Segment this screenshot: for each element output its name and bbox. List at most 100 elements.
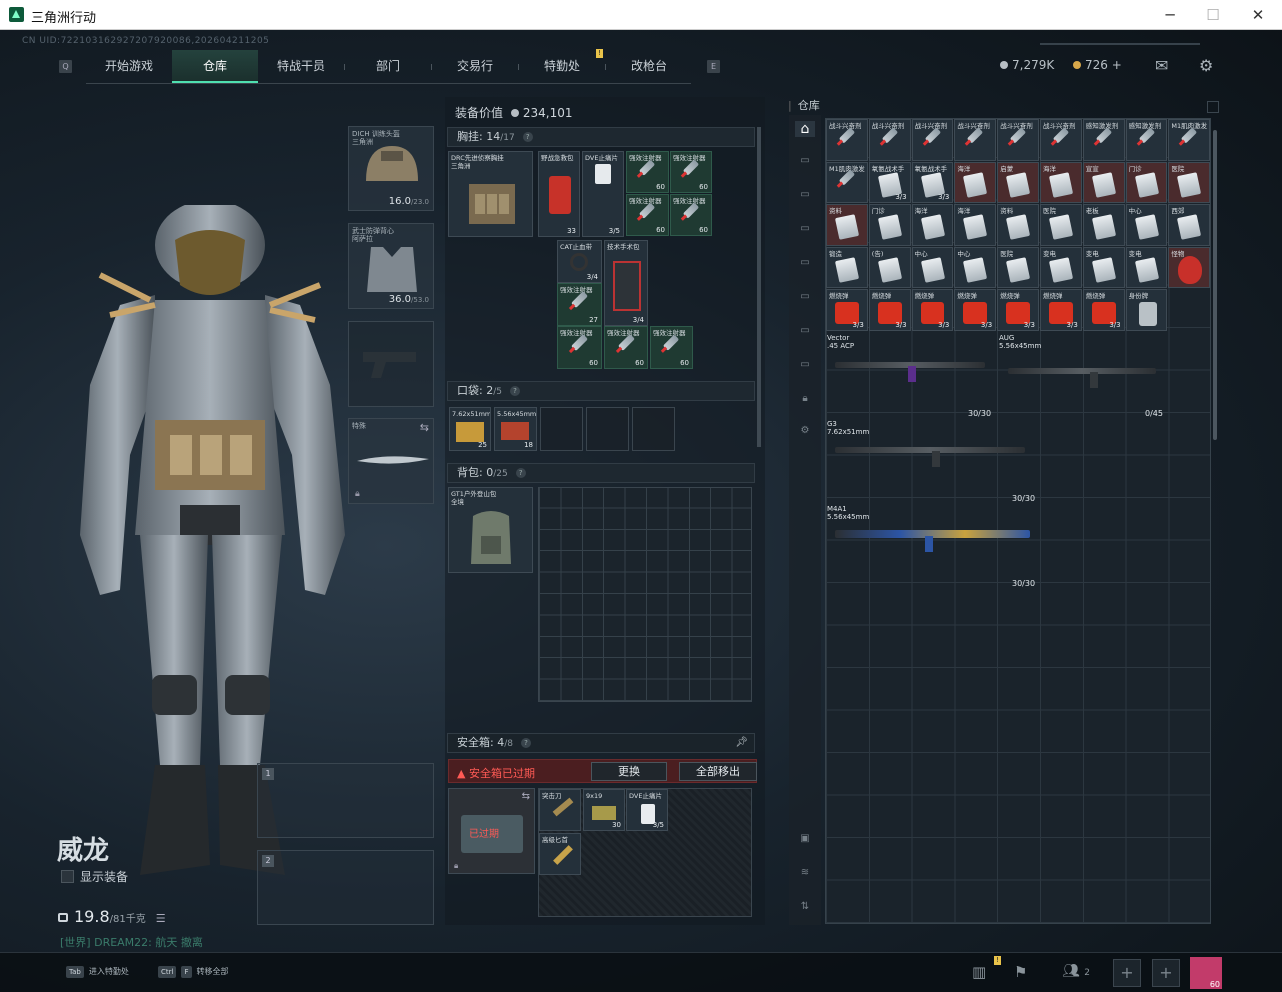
flag-icon[interactable]: ⚑ <box>1014 963 1027 981</box>
helmet-slot[interactable]: DICH 训练头盔 三角洲 16.0/23.0 <box>348 126 434 211</box>
backpack-item[interactable]: GT1户外登山包 全境 <box>448 487 533 573</box>
warehouse-item[interactable]: 战斗兴奋剂 <box>1040 119 1082 161</box>
warehouse-item[interactable]: 燃烧弹 3/3 <box>954 289 997 331</box>
warehouse-item[interactable]: 怪物 <box>1168 246 1211 288</box>
warehouse-item[interactable]: 燃烧弹 3/3 <box>997 289 1039 331</box>
warehouse-item[interactable]: 身份牌 <box>1125 289 1168 331</box>
sidebar-sort-icon[interactable]: ⇅ <box>795 901 815 917</box>
warehouse-item[interactable]: 医院 <box>997 246 1039 288</box>
tab-operators[interactable]: 特战干员 <box>258 50 344 83</box>
chest-rig-item[interactable]: DRC先进侦察胸挂 三角洲 <box>448 151 533 237</box>
move-all-button[interactable]: 全部移出 <box>679 762 757 781</box>
safebox-item[interactable]: 9x19 30 <box>583 789 625 831</box>
sidebar-tab-2-icon[interactable]: ▭ <box>795 189 815 205</box>
warehouse-item[interactable]: 中心 <box>1125 204 1168 246</box>
warehouse-item[interactable]: 门诊 <box>868 204 911 246</box>
transfer-all-hint[interactable]: Ctrl F 转移全部 <box>158 966 229 978</box>
warehouse-item[interactable]: 海洋 <box>1040 161 1082 203</box>
chat-line[interactable]: [世界] DREAM22: 航天 撤离 <box>60 934 203 950</box>
warehouse-item[interactable]: 海洋 <box>911 204 954 246</box>
warehouse-item[interactable]: 中心 <box>954 246 997 288</box>
nav-prev-key[interactable]: Q <box>59 60 72 73</box>
warehouse-item[interactable]: (告) <box>868 246 911 288</box>
warehouse-item[interactable]: 变电 <box>1125 246 1168 288</box>
warehouse-item[interactable]: 资料 <box>997 204 1039 246</box>
chest-item[interactable]: 强效注射器 60 <box>670 151 712 193</box>
warehouse-item[interactable]: 燃烧弹 3/3 <box>868 289 911 331</box>
sidebar-layers-icon[interactable]: ≋ <box>795 867 815 883</box>
g3-gun-icon[interactable] <box>835 447 1025 453</box>
warehouse-item[interactable]: 海洋 <box>954 161 997 203</box>
sidebar-case-icon[interactable]: ▣ <box>795 833 815 849</box>
help-icon[interactable]: ? <box>520 738 531 748</box>
chest-item[interactable]: CAT止血带 3/4 <box>557 240 602 283</box>
sidebar-warehouse-icon[interactable]: ⌂ <box>795 121 815 137</box>
warehouse-item[interactable]: 战斗兴奋剂 <box>954 119 997 161</box>
warehouse-item[interactable]: 燃烧弹 3/3 <box>911 289 954 331</box>
chest-item[interactable]: 强效注射器 60 <box>604 326 648 369</box>
safebox-item[interactable]: 突击刀 <box>539 789 581 831</box>
tab-warehouse[interactable]: 仓库 <box>172 50 258 83</box>
tab-gunsmith[interactable]: 改枪台 <box>606 50 692 83</box>
warehouse-item[interactable]: 启蒙 <box>997 161 1039 203</box>
warehouse-item[interactable]: 燃烧弹 3/3 <box>1040 289 1082 331</box>
warehouse-item[interactable]: 战斗兴奋剂 <box>826 119 868 161</box>
warehouse-item[interactable]: 感知激发剂 <box>1125 119 1168 161</box>
warehouse-item[interactable]: 变电 <box>1040 246 1082 288</box>
warehouse-item[interactable]: 门诊 <box>1125 161 1168 203</box>
help-icon[interactable]: ? <box>515 468 526 478</box>
warehouse-item[interactable]: 氧氨战术手 3/3 <box>911 161 954 203</box>
warehouse-item[interactable]: M1肌肉激发 <box>826 161 868 203</box>
pocket-ammo-762[interactable]: 7.62x51mm 25 <box>449 407 491 451</box>
sidebar-tab-1-icon[interactable]: ▭ <box>795 155 815 171</box>
sidebar-tab-3-icon[interactable]: ▭ <box>795 223 815 239</box>
chest-item[interactable]: 技术手术包 3/4 <box>604 240 648 326</box>
swap-icon[interactable]: ⇆ <box>420 421 429 434</box>
tab-trading[interactable]: 交易行 <box>432 50 518 83</box>
primary-weapon-slot-1[interactable]: 1 <box>257 763 434 838</box>
show-equip-checkbox[interactable]: 显示装备 <box>61 868 128 885</box>
warehouse-item[interactable]: 战斗兴奋剂 <box>997 119 1039 161</box>
swap-icon[interactable]: ⇆ <box>522 791 530 802</box>
tab-special-ops[interactable]: 特勤处 <box>519 50 605 83</box>
checkbox-box[interactable] <box>61 870 74 883</box>
primary-weapon-slot-2[interactable]: 2 <box>257 850 434 925</box>
chest-item[interactable]: 强效注射器 27 <box>557 283 602 326</box>
change-safebox-button[interactable]: 更换 <box>591 762 667 781</box>
pistol-slot[interactable] <box>348 321 434 407</box>
chest-item[interactable]: 强效注射器 60 <box>557 326 602 369</box>
warehouse-item[interactable]: 锻造 <box>826 246 868 288</box>
pin-icon[interactable]: 📌︎ <box>735 734 748 752</box>
settings-gear-icon[interactable]: ⚙ <box>1199 56 1213 75</box>
close-button[interactable]: ✕ <box>1248 5 1268 25</box>
tab-departments[interactable]: 部门 <box>345 50 431 83</box>
sidebar-tab-6-icon[interactable]: ▭ <box>795 325 815 341</box>
warehouse-item[interactable]: 医院 <box>1040 204 1082 246</box>
sidebar-lock-icon[interactable]: 🔒︎ <box>795 393 815 409</box>
chest-item[interactable]: 强效注射器 60 <box>670 194 712 236</box>
aug-gun-icon[interactable] <box>1008 368 1156 374</box>
enter-special-ops-hint[interactable]: Tab 进入特勤处 <box>66 966 129 978</box>
warehouse-item[interactable]: 战斗兴奋剂 <box>868 119 911 161</box>
mail-icon[interactable]: ✉ <box>1155 56 1168 75</box>
warehouse-scrollbar[interactable] <box>1213 130 1217 440</box>
chest-item[interactable]: 强效注射器 60 <box>626 151 669 193</box>
chest-item[interactable]: 强效注射器 60 <box>626 194 669 236</box>
warehouse-item[interactable]: 西郊 <box>1168 204 1211 246</box>
chest-item[interactable]: 野战急救包 33 <box>538 151 580 237</box>
warehouse-item[interactable]: 海洋 <box>954 204 997 246</box>
help-icon[interactable]: ? <box>509 386 520 396</box>
melee-slot[interactable]: 特殊 ⇆ 🔒︎ <box>348 418 434 504</box>
chest-item[interactable]: DVE止痛片 3/5 <box>582 151 624 237</box>
sidebar-tab-4-icon[interactable]: ▭ <box>795 257 815 273</box>
safebox-container[interactable]: 已过期 ⇆ 🔒︎ <box>448 788 535 874</box>
pocket-ammo-556[interactable]: 5.56x45mm 18 <box>494 407 537 451</box>
maximize-button[interactable]: ☐ <box>1203 5 1223 25</box>
warehouse-item[interactable]: 燃烧弹 3/3 <box>1082 289 1125 331</box>
warehouse-item[interactable]: 氧氨战术手 3/3 <box>868 161 911 203</box>
warehouse-item[interactable]: 变电 <box>1082 246 1125 288</box>
pocket-empty-slot[interactable] <box>540 407 583 451</box>
nav-next-key[interactable]: E <box>707 60 720 73</box>
warehouse-item[interactable]: 中心 <box>911 246 954 288</box>
stats-icon[interactable]: ▥ <box>972 963 986 981</box>
